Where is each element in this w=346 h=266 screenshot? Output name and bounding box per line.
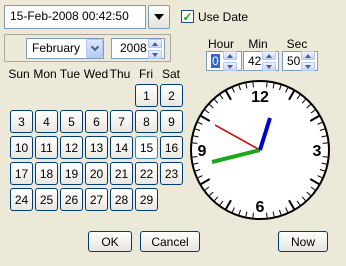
day-cell[interactable]: 3	[10, 110, 33, 133]
day-cell[interactable]: 23	[160, 162, 183, 185]
day-cell[interactable]: 4	[35, 110, 58, 133]
triangle-up-icon	[305, 53, 311, 58]
hour-label: Hour	[207, 37, 234, 51]
day-cell[interactable]: 10	[10, 136, 33, 159]
day-cell[interactable]: 22	[135, 162, 158, 185]
clock-numeral-6: 6	[256, 199, 265, 216]
clock-numeral-3: 3	[313, 143, 322, 160]
datetime-input[interactable]: 15-Feb-2008 00:42:50	[4, 5, 146, 29]
checkmark-icon: ✓	[182, 9, 193, 24]
day-cell[interactable]: 19	[60, 162, 83, 185]
weekday-header: Sat	[161, 67, 180, 81]
weekday-header: Sun	[8, 67, 30, 81]
clock-tick	[266, 82, 268, 88]
year-decrement-button[interactable]	[148, 50, 162, 59]
hour-decrement-button[interactable]	[223, 62, 237, 71]
day-cell[interactable]: 12	[60, 136, 83, 159]
day-cell[interactable]: 9	[160, 110, 183, 133]
day-cell[interactable]: 18	[35, 162, 58, 185]
clock-tick	[322, 156, 328, 158]
year-spinner[interactable]	[148, 39, 162, 59]
min-label: Min	[248, 37, 268, 51]
sec-decrement-button[interactable]	[301, 62, 315, 71]
triangle-up-icon	[227, 53, 233, 58]
clock-tick	[252, 82, 254, 88]
datetime-dropdown-button[interactable]	[148, 5, 170, 29]
chevron-down-icon	[154, 14, 164, 20]
triangle-up-icon	[152, 41, 158, 46]
ok-button[interactable]: OK	[88, 231, 132, 252]
sec-spinner[interactable]	[301, 51, 315, 71]
clock-tick	[252, 212, 254, 218]
clock-tick	[322, 142, 328, 144]
day-cell[interactable]: 13	[85, 136, 108, 159]
hour-increment-button[interactable]	[223, 51, 237, 60]
day-cell-selected[interactable]: 15	[135, 136, 158, 159]
clock-tick	[266, 212, 268, 218]
day-cell[interactable]: 28	[110, 188, 133, 211]
weekday-header: Tue	[59, 67, 81, 81]
day-cell[interactable]: 16	[160, 136, 183, 159]
day-cell[interactable]: 6	[85, 110, 108, 133]
min-decrement-button[interactable]	[262, 62, 276, 71]
day-cell[interactable]: 25	[35, 188, 58, 211]
weekday-header: Fri	[139, 67, 153, 81]
hour-value: 0	[211, 54, 220, 68]
weekday-header: Mon	[33, 67, 57, 81]
use-date-checkbox[interactable]: ✓	[181, 10, 194, 23]
now-button[interactable]: Now	[278, 231, 328, 252]
triangle-down-icon	[305, 64, 311, 69]
weekday-header: Thu	[109, 67, 131, 81]
hour-spinner[interactable]	[223, 51, 237, 71]
day-cell[interactable]: 24	[10, 188, 33, 211]
day-cell[interactable]: 20	[85, 162, 108, 185]
day-cell[interactable]: 26	[60, 188, 83, 211]
day-cell[interactable]: 17	[10, 162, 33, 185]
day-cell[interactable]: 5	[60, 110, 83, 133]
sec-label: Sec	[286, 37, 308, 51]
year-increment-button[interactable]	[148, 39, 162, 48]
day-cell[interactable]: 1	[135, 84, 158, 107]
triangle-down-icon	[227, 64, 233, 69]
triangle-down-icon	[266, 64, 272, 69]
analog-clock: 12 3 6 9	[190, 80, 330, 220]
sec-increment-button[interactable]	[301, 51, 315, 60]
day-cell[interactable]: 27	[85, 188, 108, 211]
min-spinner[interactable]	[262, 51, 276, 71]
clock-numeral-9: 9	[198, 143, 207, 160]
day-cell[interactable]: 8	[135, 110, 158, 133]
day-cell[interactable]: 21	[110, 162, 133, 185]
clock-numeral-12: 12	[251, 89, 269, 106]
month-dropdown-button[interactable]	[86, 39, 103, 58]
chevron-down-icon	[90, 42, 99, 52]
day-cell[interactable]: 29	[135, 188, 158, 211]
day-cell[interactable]: 14	[110, 136, 133, 159]
day-cell[interactable]: 2	[160, 84, 183, 107]
min-increment-button[interactable]	[262, 51, 276, 60]
triangle-down-icon	[152, 52, 158, 57]
triangle-up-icon	[266, 53, 272, 58]
cancel-button[interactable]: Cancel	[140, 231, 200, 252]
day-cell[interactable]: 11	[35, 136, 58, 159]
use-date-label[interactable]: Use Date	[198, 10, 248, 24]
weekday-header: Wed	[83, 67, 109, 81]
day-cell[interactable]: 7	[110, 110, 133, 133]
